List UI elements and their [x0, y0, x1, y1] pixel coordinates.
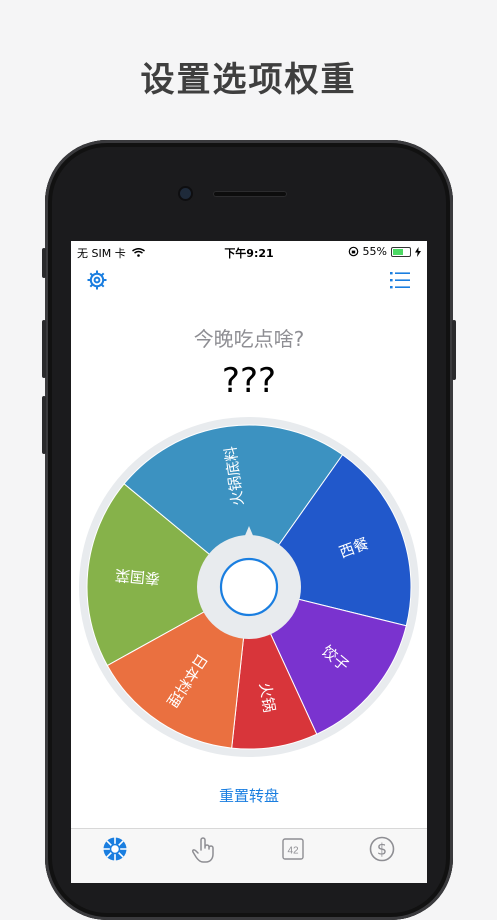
spin-button[interactable] [219, 557, 279, 617]
number-icon-text: 42 [287, 846, 299, 857]
reset-wheel-button[interactable]: 重置转盘 [71, 785, 427, 806]
number-icon: 42 [282, 838, 304, 860]
tap-icon [192, 837, 214, 863]
tab-number[interactable]: 42 [273, 833, 313, 865]
power-button [452, 320, 456, 380]
tab-wheel[interactable] [95, 833, 135, 865]
volume-up-button [42, 320, 46, 378]
mute-switch [42, 248, 46, 278]
earpiece-speaker [213, 191, 287, 197]
promo-title: 设置选项权重 [140, 60, 357, 100]
wheel-icon [103, 837, 127, 861]
tab-bar: 42 $ [71, 828, 427, 883]
tab-tap[interactable] [184, 833, 224, 865]
front-camera [180, 188, 191, 199]
tab-dollar[interactable]: $ [362, 833, 402, 865]
dollar-icon: $ [369, 836, 395, 862]
volume-down-button [42, 396, 46, 454]
spin-wheel[interactable]: 泰国菜火锅底料西餐饺子火锅日本料理 [71, 241, 427, 771]
svg-text:$: $ [377, 840, 387, 859]
app-screen: 无 SIM 卡 下午9:21 55% 今晚吃点啥? ??? 泰国菜 火锅底料 西… [71, 241, 427, 883]
